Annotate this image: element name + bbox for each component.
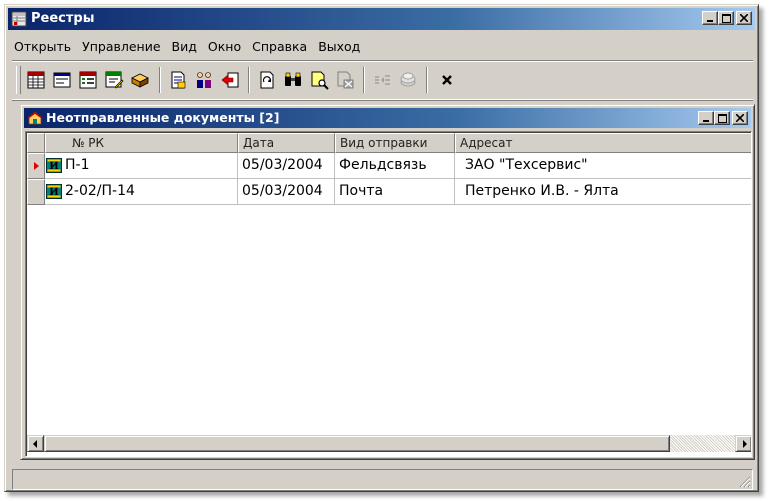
maximize-icon	[717, 113, 727, 123]
registers-app-icon	[11, 11, 27, 27]
toolbar-separator	[159, 67, 161, 93]
child-minimize-button[interactable]	[698, 111, 714, 125]
maximize-icon	[721, 13, 731, 23]
resize-grip-icon[interactable]	[737, 474, 751, 488]
child-title-bar[interactable]: Неотправленные документы [2]	[24, 108, 751, 128]
child-close-button[interactable]	[732, 111, 748, 125]
caption-buttons	[702, 11, 752, 25]
row-indicator	[27, 153, 45, 179]
menu-help[interactable]: Справка	[252, 37, 307, 57]
toolbar-separator	[248, 67, 250, 93]
scroll-left-button[interactable]	[27, 435, 44, 452]
window-title: Реестры	[31, 11, 95, 26]
minimize-icon	[707, 20, 713, 22]
unsent-documents-icon	[27, 111, 43, 125]
column-header-send-type[interactable]: Вид отправки	[335, 133, 455, 153]
main-window: Реестры Открыть Управление Вид Окно Спра…	[4, 4, 759, 492]
cell-rk: И П-1	[45, 153, 238, 179]
documents-table: № РК Дата Вид отправки Адресат И П-1 05/…	[25, 131, 752, 457]
toolbar-separator	[363, 67, 365, 93]
arrow-left-icon	[32, 439, 37, 448]
column-header-date[interactable]: Дата	[238, 133, 335, 153]
horizontal-scrollbar[interactable]	[27, 435, 751, 452]
minimize-icon	[703, 120, 709, 122]
column-header-rk[interactable]: № РК	[45, 133, 238, 153]
document-disabled-icon[interactable]	[335, 70, 355, 90]
close-icon	[740, 14, 748, 22]
binoculars-icon[interactable]	[283, 70, 303, 90]
badge-letter: И	[49, 161, 58, 172]
menu-bar: Открыть Управление Вид Окно Справка Выхо…	[14, 37, 371, 57]
table-row[interactable]: И П-1 05/03/2004 Фельдсвязь ЗАО "Техсерв…	[27, 153, 751, 179]
document-refresh-icon[interactable]	[257, 70, 277, 90]
menu-window[interactable]: Окно	[208, 37, 241, 57]
menu-exit[interactable]: Выход	[318, 37, 360, 57]
users-icon[interactable]	[194, 70, 214, 90]
header-indicator	[27, 133, 45, 153]
register-edit-icon[interactable]	[104, 70, 124, 90]
column-header-addressee[interactable]: Адресат	[455, 133, 751, 153]
package-icon[interactable]	[130, 70, 150, 90]
list-disabled-icon	[375, 75, 390, 85]
table-header: № РК Дата Вид отправки Адресат	[27, 133, 751, 153]
child-caption-buttons	[698, 111, 748, 125]
stack-disabled-icon	[400, 72, 416, 87]
cell-send-type: Фельдсвязь	[335, 153, 455, 179]
rk-number: 2-02/П-14	[65, 183, 135, 199]
send-red-icon[interactable]	[220, 70, 240, 90]
current-row-arrow-icon	[34, 162, 39, 170]
arrow-right-icon	[742, 439, 747, 448]
menu-view[interactable]: Вид	[172, 37, 197, 57]
toolbar-separator	[426, 67, 428, 93]
cell-addressee: Петренко И.В. - Ялта	[455, 179, 751, 205]
status-bar	[12, 469, 753, 490]
maximize-button[interactable]	[718, 11, 734, 25]
table-row[interactable]: И 2-02/П-14 05/03/2004 Почта Петренко И.…	[27, 179, 751, 205]
register-list-icon[interactable]	[78, 70, 98, 90]
child-maximize-button[interactable]	[714, 111, 730, 125]
badge-letter: И	[49, 187, 58, 198]
cell-addressee: ЗАО "Техсервис"	[455, 153, 751, 179]
toolbar	[12, 60, 753, 100]
title-bar[interactable]: Реестры	[8, 8, 755, 30]
document-icon[interactable]	[168, 70, 188, 90]
register-grid-icon[interactable]	[26, 70, 46, 90]
scroll-right-button[interactable]	[735, 435, 751, 452]
minimize-button[interactable]	[702, 11, 718, 25]
document-type-badge-icon: И	[46, 158, 62, 173]
toolbar-grip[interactable]	[16, 66, 21, 94]
close-icon	[736, 114, 744, 122]
document-search-icon[interactable]	[309, 70, 329, 90]
cell-date: 05/03/2004	[238, 179, 335, 205]
rk-number: П-1	[65, 157, 90, 173]
cell-date: 05/03/2004	[238, 153, 335, 179]
child-window-title: Неотправленные документы [2]	[46, 110, 280, 125]
menu-manage[interactable]: Управление	[82, 37, 160, 57]
scroll-thumb[interactable]	[44, 435, 670, 452]
close-button[interactable]	[736, 11, 752, 25]
cell-send-type: Почта	[335, 179, 455, 205]
menu-open[interactable]: Открыть	[14, 37, 71, 57]
close-x-icon[interactable]	[437, 70, 457, 90]
document-type-badge-icon: И	[46, 184, 62, 199]
child-window-unsent-documents: Неотправленные документы [2] № РК Дата В…	[20, 104, 755, 460]
form-icon[interactable]	[52, 70, 72, 90]
row-indicator	[27, 179, 45, 205]
cell-rk: И 2-02/П-14	[45, 179, 238, 205]
